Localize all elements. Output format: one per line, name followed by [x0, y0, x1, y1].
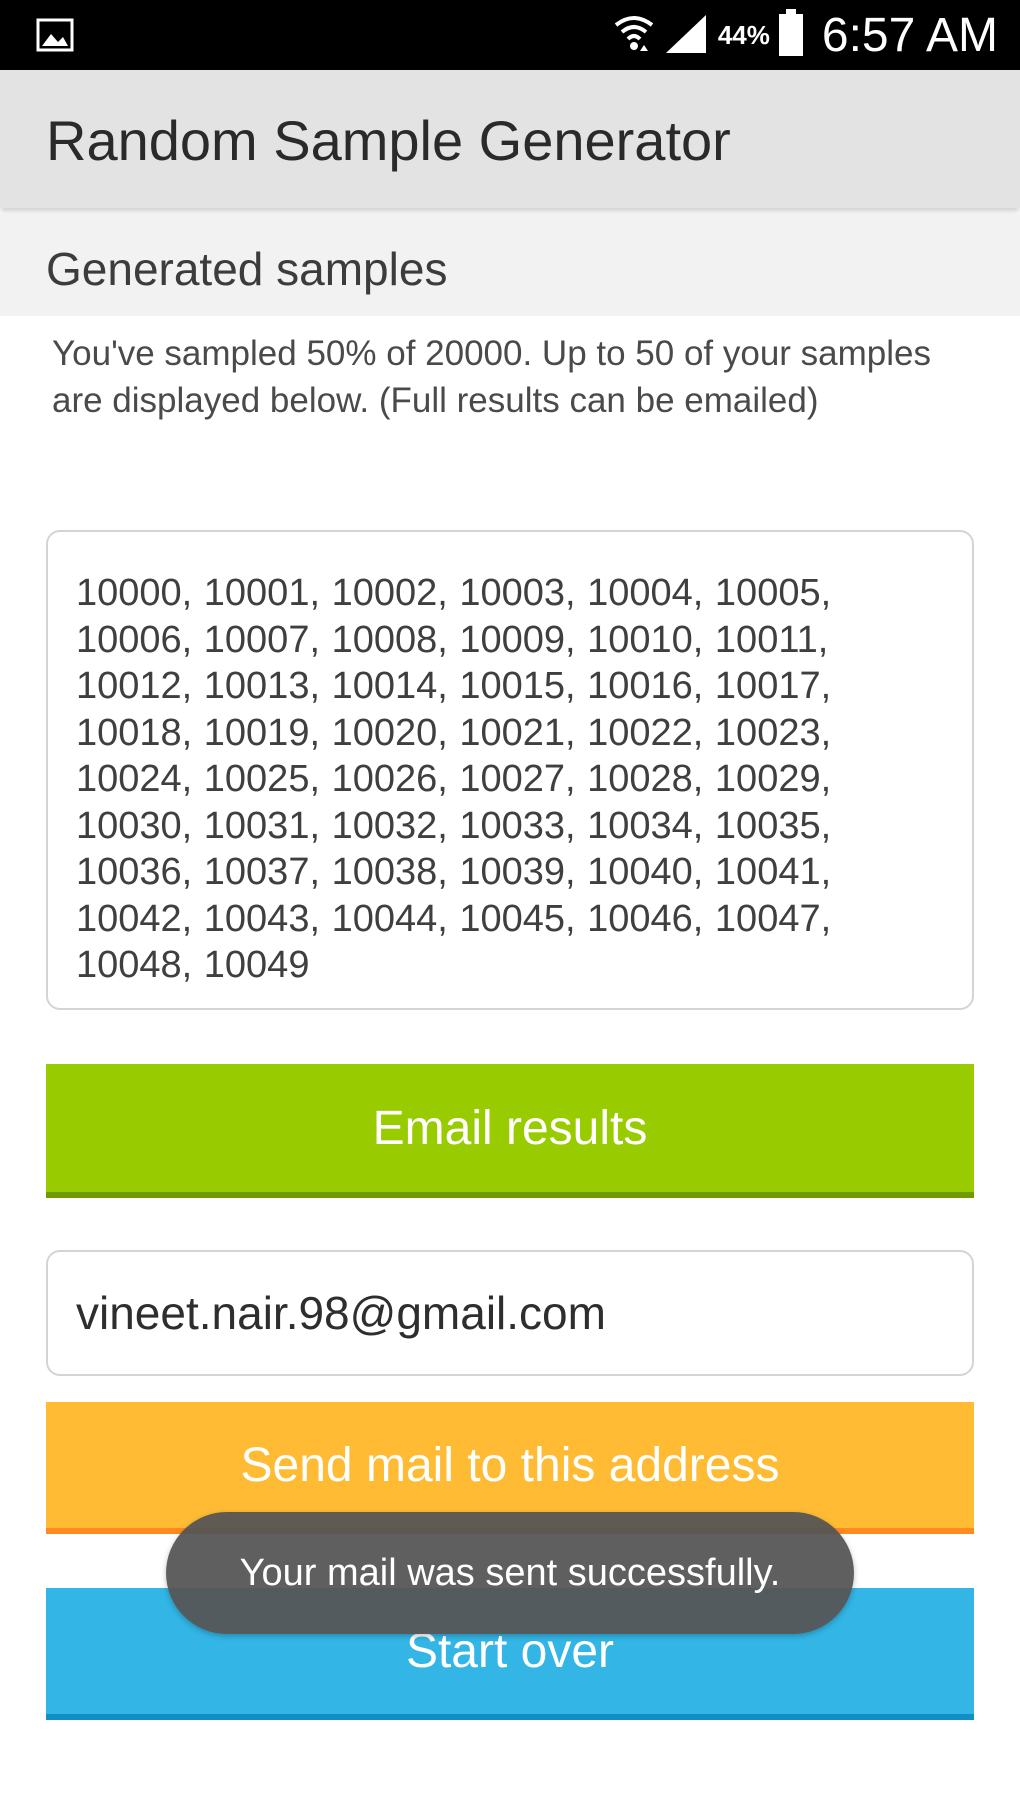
toast-message: Your mail was sent successfully. — [166, 1512, 854, 1634]
action-bar: Random Sample Generator — [0, 70, 1020, 208]
status-icons: 44% 6:57 AM — [612, 0, 998, 70]
section-header: Generated samples — [0, 214, 1020, 316]
battery-percent: 44% — [717, 19, 770, 50]
battery-icon — [778, 9, 804, 61]
sample-description: You've sampled 50% of 20000. Up to 50 of… — [52, 334, 931, 420]
status-time: 6:57 AM — [821, 8, 998, 62]
status-bar: 44% 6:57 AM — [0, 0, 1020, 70]
wifi-icon — [612, 11, 656, 59]
section-title: Generated samples — [46, 243, 448, 295]
samples-text: 10000, 10001, 10002, 10003, 10004, 10005… — [76, 572, 832, 986]
email-input[interactable] — [46, 1250, 974, 1376]
image-icon — [36, 18, 74, 52]
samples-textbox[interactable]: 10000, 10001, 10002, 10003, 10004, 10005… — [46, 530, 974, 1010]
email-results-button[interactable]: Email results — [46, 1064, 974, 1198]
signal-icon — [664, 11, 710, 59]
app-title: Random Sample Generator — [46, 109, 731, 172]
